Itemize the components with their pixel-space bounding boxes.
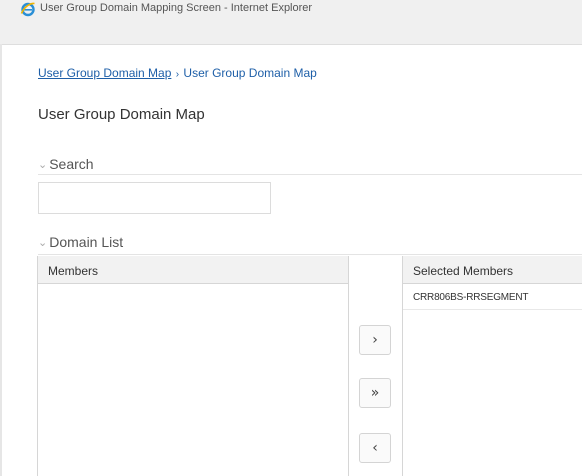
window-title: User Group Domain Mapping Screen - Inter… [40, 2, 313, 14]
domain-list-section-toggle[interactable]: ⌄ Domain List [38, 234, 123, 250]
list-item[interactable]: CRR806BS-RRSEGMENT [403, 284, 582, 310]
domain-list-section-label: Domain List [49, 234, 124, 250]
members-list[interactable]: Members [37, 256, 349, 476]
search-input[interactable] [38, 182, 271, 214]
selected-members-header: Selected Members [403, 256, 582, 284]
members-list-body[interactable] [38, 284, 348, 476]
remove-selected-button[interactable]: ‹ [359, 433, 391, 463]
selected-members-list[interactable]: Selected Members CRR806BS-RRSEGMENT [402, 256, 582, 476]
search-divider [38, 174, 582, 175]
window-edge [0, 44, 2, 476]
breadcrumb-link-user-group-domain-map[interactable]: User Group Domain Map [38, 66, 171, 80]
ie-icon [20, 2, 35, 17]
page-title: User Group Domain Map [38, 106, 205, 123]
members-header: Members [38, 256, 348, 284]
domain-list-divider [38, 254, 582, 255]
window-titlebar: User Group Domain Mapping Screen - Inter… [0, 0, 582, 45]
search-section-label: Search [49, 156, 94, 172]
chevron-down-icon: ⌄ [38, 236, 48, 249]
breadcrumb: User Group Domain Map › User Group Domai… [38, 66, 317, 80]
move-selected-button[interactable]: › [359, 325, 391, 355]
move-all-button[interactable]: » [359, 378, 391, 408]
breadcrumb-separator: › [175, 69, 180, 80]
search-section-toggle[interactable]: ⌄ Search [38, 156, 94, 172]
chevron-down-icon: ⌄ [38, 158, 48, 171]
breadcrumb-current: User Group Domain Map [183, 66, 317, 80]
